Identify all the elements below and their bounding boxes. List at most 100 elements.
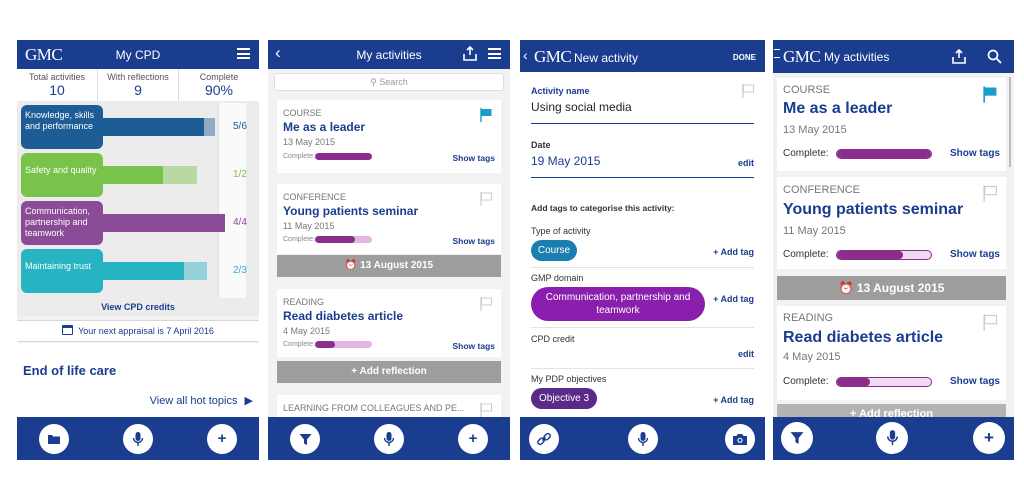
- activity-title: Young patients seminar: [783, 201, 964, 218]
- category-bar-fill: [101, 118, 204, 136]
- pdp-objectives-label: My PDP objectives: [531, 374, 607, 384]
- show-tags-link[interactable]: Show tags: [452, 153, 495, 163]
- show-tags-link[interactable]: Show tags: [950, 376, 1000, 387]
- search-input[interactable]: ⚲ Search: [274, 73, 504, 91]
- activity-card[interactable]: CONFERENCE Young patients seminar 11 May…: [777, 177, 1006, 269]
- alarm-clock-icon: ⏰: [838, 281, 854, 295]
- flag-outline-icon[interactable]: [480, 403, 492, 417]
- flag-outline-icon[interactable]: [742, 84, 754, 98]
- add-tag-button[interactable]: + Add tag: [713, 395, 754, 405]
- tag-communication[interactable]: Communication, partnership and teamwork: [531, 287, 705, 321]
- activity-date: 11 May 2015: [283, 221, 335, 231]
- activity-card[interactable]: CONFERENCE Young patients seminar 11 May…: [277, 184, 501, 254]
- hamburger-menu-icon[interactable]: [488, 48, 501, 59]
- complete-label: Complete:: [783, 249, 829, 260]
- section-divider: [531, 327, 754, 328]
- activity-name-label: Activity name: [531, 86, 590, 96]
- screen-title: My CPD: [115, 48, 161, 62]
- share-icon[interactable]: [952, 49, 966, 64]
- record-audio-button[interactable]: [876, 422, 908, 454]
- hot-topic-title[interactable]: End of life care: [23, 363, 116, 378]
- gmp-domain-label: GMP domain: [531, 273, 584, 283]
- view-all-hot-topics-link[interactable]: View all hot topics ▶: [150, 394, 253, 407]
- activity-type: CONFERENCE: [283, 192, 347, 202]
- date-field[interactable]: 19 May 2015: [531, 154, 600, 168]
- camera-icon: [733, 434, 747, 445]
- top-app-bar: GMC My CPD: [17, 40, 259, 69]
- edit-date-link[interactable]: edit: [738, 158, 754, 168]
- tag-objective[interactable]: Objective 3: [531, 388, 597, 409]
- date-divider-text: 13 August 2015: [856, 281, 945, 295]
- type-of-activity-label: Type of activity: [531, 226, 591, 236]
- show-tags-link[interactable]: Show tags: [950, 249, 1000, 260]
- section-divider: [531, 267, 754, 268]
- field-underline: [531, 177, 754, 178]
- category-label: Communication, partnership and teamwork: [21, 201, 103, 245]
- activity-card[interactable]: READING Read diabetes article 4 May 2015…: [777, 306, 1006, 400]
- search-icon[interactable]: [987, 49, 1002, 64]
- add-button[interactable]: +: [458, 424, 488, 454]
- filter-button[interactable]: [781, 422, 813, 454]
- screen-my-activities: ‹ My activities ⚲ Search COURSE Me as a …: [268, 40, 510, 460]
- activity-date: 13 May 2015: [283, 137, 336, 147]
- cpd-credit-label: CPD credit: [531, 334, 575, 344]
- show-tags-link[interactable]: Show tags: [452, 341, 495, 351]
- tag-course[interactable]: Course: [531, 240, 577, 261]
- edit-cpd-credit-link[interactable]: edit: [738, 349, 754, 359]
- flag-outline-icon[interactable]: [983, 314, 997, 331]
- stat-value: 10: [49, 82, 65, 98]
- scrollbar[interactable]: [1009, 77, 1011, 167]
- hamburger-menu-icon[interactable]: [237, 48, 250, 59]
- add-button[interactable]: +: [973, 422, 1005, 454]
- show-tags-link[interactable]: Show tags: [452, 236, 495, 246]
- add-tag-button[interactable]: + Add tag: [713, 294, 754, 304]
- microphone-icon: [383, 432, 395, 446]
- view-cpd-credits-link[interactable]: View CPD credits: [17, 302, 259, 312]
- activity-type: READING: [283, 297, 325, 307]
- share-icon[interactable]: [463, 46, 477, 61]
- add-tag-button[interactable]: + Add tag: [713, 247, 754, 257]
- progress-fill: [315, 341, 335, 348]
- appraisal-banner[interactable]: Your next appraisal is 7 April 2016: [17, 320, 259, 342]
- stat-complete: Complete 90%: [179, 69, 259, 101]
- plus-icon: +: [351, 366, 358, 377]
- flag-outline-icon[interactable]: [983, 185, 997, 202]
- filter-icon: [299, 434, 311, 445]
- calendar-icon: [62, 325, 74, 335]
- bottom-action-bar: +: [268, 417, 510, 460]
- record-audio-button[interactable]: [628, 424, 658, 454]
- flag-filled-icon[interactable]: [983, 86, 997, 103]
- activity-type: COURSE: [283, 108, 322, 118]
- activity-name-field[interactable]: Using social media: [531, 100, 632, 114]
- attach-link-button[interactable]: [529, 424, 559, 454]
- record-audio-button[interactable]: [123, 424, 153, 454]
- flag-outline-icon[interactable]: [480, 297, 492, 311]
- date-divider: ⏰ 13 August 2015: [777, 276, 1006, 300]
- flag-outline-icon[interactable]: [480, 192, 492, 206]
- done-button[interactable]: DONE: [733, 53, 756, 62]
- flag-filled-icon[interactable]: [480, 108, 492, 122]
- activity-title: Read diabetes article: [783, 329, 944, 346]
- activity-card[interactable]: COURSE Me as a leader 13 May 2015 Comple…: [777, 78, 1006, 171]
- top-app-bar: ‹ My activities: [268, 40, 510, 69]
- record-audio-button[interactable]: [374, 424, 404, 454]
- category-label: Maintaining trust: [21, 249, 103, 293]
- category-score: 5/6: [233, 121, 247, 132]
- activity-card[interactable]: READING Read diabetes article 4 May 2015…: [277, 289, 501, 357]
- filter-button[interactable]: [290, 424, 320, 454]
- add-button[interactable]: +: [207, 424, 237, 454]
- add-reflection-button[interactable]: + Add reflection: [277, 361, 501, 383]
- complete-label: Complete:: [783, 376, 829, 387]
- microphone-icon: [886, 430, 898, 445]
- activity-card[interactable]: COURSE Me as a leader 13 May 2015 Comple…: [277, 100, 501, 173]
- progress-fill: [837, 150, 931, 158]
- activity-date: 13 May 2015: [783, 124, 847, 136]
- show-tags-link[interactable]: Show tags: [950, 148, 1000, 159]
- bottom-action-bar: +: [17, 417, 259, 460]
- camera-button[interactable]: [725, 424, 755, 454]
- hamburger-menu-icon[interactable]: [774, 49, 780, 58]
- tags-intro: Add tags to categorise this activity:: [531, 203, 675, 213]
- completion-progress: [836, 149, 932, 159]
- back-arrow-icon[interactable]: ‹: [523, 45, 528, 65]
- folder-button[interactable]: [39, 424, 69, 454]
